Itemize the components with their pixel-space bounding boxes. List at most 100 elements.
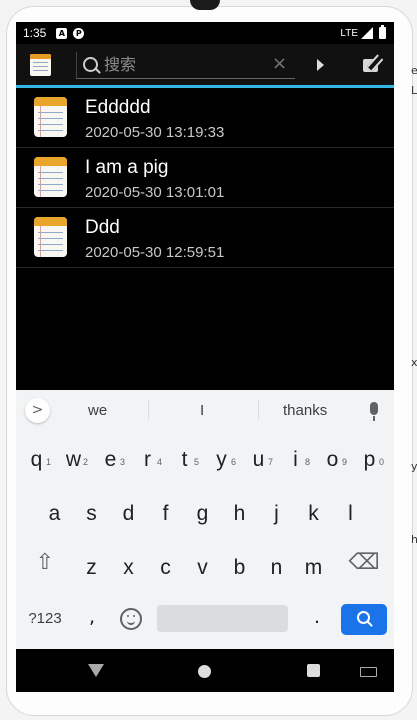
key-i[interactable]: 8i [277,432,314,481]
note-list-item[interactable]: Ddd 2020-05-30 12:59:51 [16,208,394,268]
suggestion-bar: > we I thanks [16,390,394,430]
navigation-bar [16,649,394,692]
key-number-hint: 0 [378,457,384,467]
notes-toolbar: × [16,44,394,88]
key-label: w [65,448,82,471]
key-u[interactable]: 7u [240,432,277,481]
key-label: p [363,448,376,471]
key-s[interactable]: s [73,486,110,535]
key-o[interactable]: 9o [314,432,351,481]
compose-note-icon[interactable] [363,54,384,72]
key-x[interactable]: x [110,540,147,589]
signal-icon [361,27,373,39]
key-number-hint: 5 [193,457,199,467]
home-icon[interactable] [198,665,211,678]
shift-key[interactable]: ⇧ [26,540,64,585]
status-bar: 1:35 A P LTE [16,22,394,44]
suggestion-divider [258,400,259,420]
key-m[interactable]: m [295,540,332,589]
key-d[interactable]: d [110,486,147,535]
key-p[interactable]: 0p [351,432,388,481]
note-icon [34,217,67,257]
emoji-icon[interactable] [120,608,142,630]
note-list-item[interactable]: Eddddd 2020-05-30 13:19:33 [16,88,394,148]
key-e[interactable]: 3e [92,432,129,481]
key-h[interactable]: h [221,486,258,535]
clear-search-icon[interactable]: × [272,53,287,74]
side-text: h [411,533,417,546]
battery-icon [379,25,386,39]
microphone-icon[interactable] [370,402,378,421]
search-icon [83,57,98,72]
network-type: LTE [340,27,358,39]
key-number-hint: 7 [267,457,273,467]
symbols-key[interactable]: ?123 [21,610,69,635]
keyboard-search-button[interactable] [341,604,387,635]
key-number-hint: 4 [156,457,162,467]
search-icon [357,611,370,624]
key-label: r [144,448,151,471]
key-y[interactable]: 6y [203,432,240,481]
suggestion-word[interactable]: thanks [283,402,327,419]
status-time: 1:35 [23,26,47,40]
note-title: Eddddd [85,97,151,118]
key-r[interactable]: 4r [129,432,166,481]
space-bar[interactable] [157,605,288,632]
note-icon [34,157,67,197]
key-l[interactable]: l [332,486,369,535]
key-k[interactable]: k [295,486,332,535]
key-b[interactable]: b [221,540,258,589]
key-number-hint: 1 [45,457,51,467]
key-label: t [181,448,188,471]
status-app-icon: P [73,27,85,39]
note-icon [34,97,67,137]
side-text: y [411,460,417,473]
period-key[interactable]: . [305,606,329,628]
key-label: o [326,448,339,471]
delete-key[interactable]: ⌫ [345,540,383,585]
notepad-app-icon[interactable] [30,54,51,76]
key-j[interactable]: j [258,486,295,535]
search-box: × [76,52,295,79]
key-t[interactable]: 5t [166,432,203,481]
side-text: L [411,84,417,97]
key-number-hint: 2 [82,457,88,467]
status-system-icons: LTE [340,25,394,39]
suggestion-word[interactable]: I [200,402,204,419]
key-a[interactable]: a [36,486,73,535]
key-g[interactable]: g [184,486,221,535]
note-timestamp: 2020-05-30 13:19:33 [85,124,225,141]
note-timestamp: 2020-05-30 13:01:01 [85,184,225,201]
side-text: x [411,356,417,369]
suggestion-word[interactable]: we [88,402,107,419]
recent-apps-icon[interactable] [307,664,320,677]
key-c[interactable]: c [147,540,184,589]
key-label: i [293,448,298,471]
key-w[interactable]: 2w [55,432,92,481]
key-q[interactable]: 1q [18,432,55,481]
note-title: Ddd [85,217,120,238]
key-number-hint: 8 [304,457,310,467]
back-icon[interactable] [88,664,104,677]
search-input[interactable] [104,52,264,76]
android-screen: 1:35 A P LTE × [16,22,394,692]
key-number-hint: 6 [230,457,236,467]
key-z[interactable]: z [73,540,110,589]
keyboard-expand-button[interactable]: > [25,398,50,423]
key-number-hint: 9 [341,457,347,467]
note-list: Eddddd 2020-05-30 13:19:33 I am a pig 20… [16,88,394,268]
note-timestamp: 2020-05-30 12:59:51 [85,244,225,261]
comma-key[interactable]: , [80,606,104,628]
note-list-item[interactable]: I am a pig 2020-05-30 13:01:01 [16,148,394,208]
side-text: e [411,64,417,77]
key-v[interactable]: v [184,540,221,589]
key-label: u [252,448,265,471]
key-label: q [30,448,43,471]
soft-keyboard: > we I thanks 1q 2w 3e 4r 5t 6y 7u 8i 9o… [16,390,394,649]
play-icon[interactable] [317,59,324,71]
key-n[interactable]: n [258,540,295,589]
key-label: y [216,448,227,471]
key-label: e [104,448,117,471]
keyboard-switch-icon[interactable] [360,667,377,677]
key-f[interactable]: f [147,486,184,535]
